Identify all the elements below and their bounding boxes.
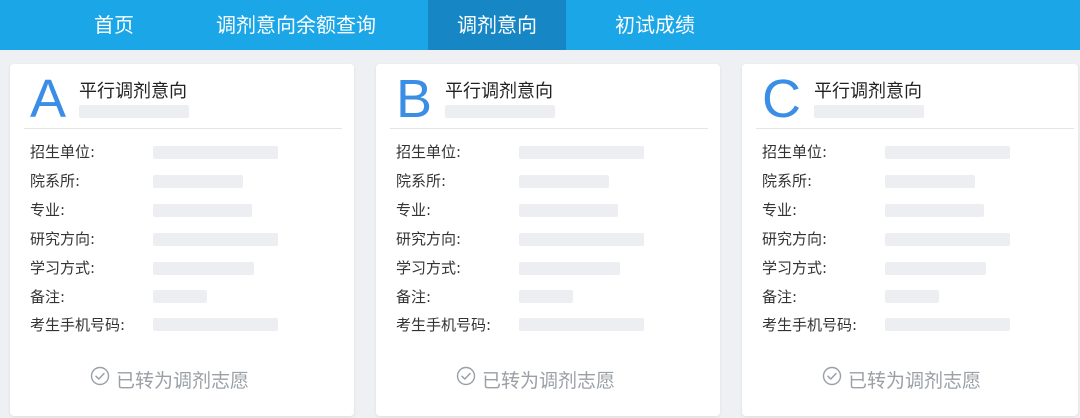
field-label-research-direction: 研究方向: bbox=[762, 230, 828, 248]
field-value-placeholder bbox=[885, 146, 1010, 159]
converted-status-text: 已转为调剂志愿 bbox=[116, 370, 250, 392]
field-label-major: 专业: bbox=[30, 201, 66, 219]
check-circle-icon bbox=[90, 365, 110, 395]
field-value-placeholder bbox=[153, 204, 252, 217]
field-label-school: 招生单位: bbox=[762, 143, 828, 161]
field-value-placeholder bbox=[519, 233, 644, 246]
card-divider-a bbox=[24, 128, 342, 129]
field-value-placeholder bbox=[519, 204, 618, 217]
check-circle-icon bbox=[822, 365, 842, 395]
field-label-research-direction: 研究方向: bbox=[396, 230, 462, 248]
field-label-phone: 考生手机号码: bbox=[762, 316, 858, 334]
field-value-placeholder bbox=[153, 233, 278, 246]
card-letter-b: B bbox=[396, 69, 433, 129]
field-value-placeholder bbox=[885, 233, 1010, 246]
card-divider-b bbox=[390, 128, 708, 129]
field-value-placeholder bbox=[519, 262, 620, 275]
field-label-notes: 备注: bbox=[762, 288, 798, 306]
field-label-study-mode: 学习方式: bbox=[762, 259, 828, 277]
field-value-placeholder bbox=[885, 318, 1010, 331]
field-value-placeholder bbox=[519, 290, 573, 303]
field-value-placeholder bbox=[519, 175, 609, 188]
top-nav-bar: 首页 调剂意向余额查询 调剂意向 初试成绩 bbox=[0, 0, 1080, 50]
field-label-department: 院系所: bbox=[762, 172, 813, 190]
field-value-placeholder bbox=[519, 146, 644, 159]
field-value-placeholder bbox=[885, 290, 939, 303]
field-value-placeholder bbox=[153, 318, 278, 331]
field-value-placeholder bbox=[153, 290, 207, 303]
field-label-notes: 备注: bbox=[396, 288, 432, 306]
field-label-major: 专业: bbox=[396, 201, 432, 219]
nav-item-initial-scores[interactable]: 初试成绩 bbox=[592, 0, 718, 50]
check-circle-icon bbox=[456, 365, 476, 395]
converted-status-a: 已转为调剂志愿 bbox=[90, 366, 249, 396]
card-letter-a: A bbox=[30, 69, 67, 129]
nav-item-balance-query[interactable]: 调剂意向余额查询 bbox=[190, 0, 402, 50]
field-value-placeholder bbox=[153, 262, 254, 275]
field-value-placeholder bbox=[519, 318, 644, 331]
card-divider-c bbox=[756, 128, 1074, 129]
field-label-research-direction: 研究方向: bbox=[30, 230, 96, 248]
field-label-department: 院系所: bbox=[30, 172, 81, 190]
field-label-study-mode: 学习方式: bbox=[30, 259, 96, 277]
field-value-placeholder bbox=[885, 175, 975, 188]
card-title-b: 平行调剂意向 bbox=[445, 81, 553, 102]
field-label-school: 招生单位: bbox=[30, 143, 96, 161]
field-value-placeholder bbox=[153, 175, 243, 188]
field-label-phone: 考生手机号码: bbox=[30, 316, 126, 334]
field-label-department: 院系所: bbox=[396, 172, 447, 190]
card-subtitle-placeholder-b bbox=[445, 105, 555, 118]
converted-status-text: 已转为调剂志愿 bbox=[848, 370, 982, 392]
field-label-major: 专业: bbox=[762, 201, 798, 219]
nav-item-home[interactable]: 首页 bbox=[72, 0, 156, 50]
nav-item-transfer-intent[interactable]: 调剂意向 bbox=[428, 0, 566, 50]
field-label-study-mode: 学习方式: bbox=[396, 259, 462, 277]
card-subtitle-placeholder-a bbox=[79, 105, 189, 118]
card-title-c: 平行调剂意向 bbox=[814, 81, 922, 102]
card-letter-c: C bbox=[762, 69, 801, 129]
field-label-notes: 备注: bbox=[30, 288, 66, 306]
field-value-placeholder bbox=[153, 146, 278, 159]
converted-status-b: 已转为调剂志愿 bbox=[456, 366, 615, 396]
card-subtitle-placeholder-c bbox=[814, 105, 924, 118]
field-label-school: 招生单位: bbox=[396, 143, 462, 161]
field-label-phone: 考生手机号码: bbox=[396, 316, 492, 334]
field-value-placeholder bbox=[885, 204, 984, 217]
converted-status-c: 已转为调剂志愿 bbox=[822, 366, 981, 396]
converted-status-text: 已转为调剂志愿 bbox=[482, 370, 616, 392]
field-value-placeholder bbox=[885, 262, 986, 275]
card-title-a: 平行调剂意向 bbox=[79, 81, 187, 102]
